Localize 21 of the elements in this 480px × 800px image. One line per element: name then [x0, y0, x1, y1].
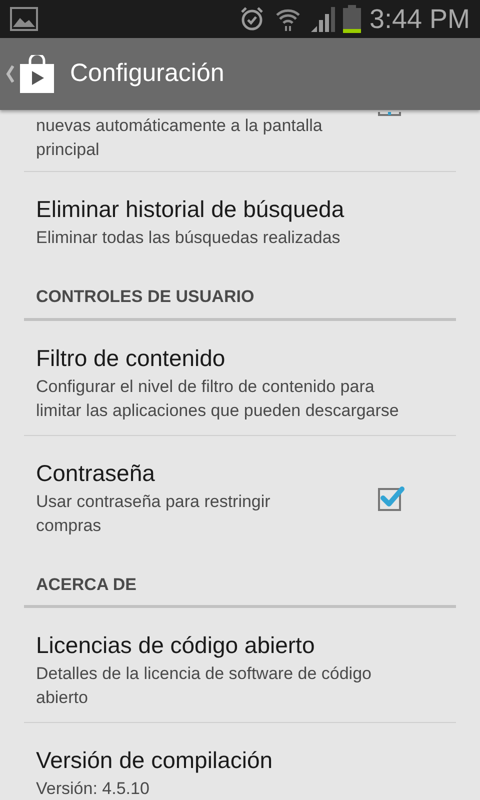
preference-title[interactable]: Filtro de contenido — [36, 342, 444, 372]
alarm-clock-icon — [239, 6, 266, 32]
preference-summary: Versión: 4.5.10 — [36, 778, 150, 800]
section-header: CONTROLES DE USUARIO — [36, 286, 256, 308]
shopping-bag-play-icon — [19, 55, 55, 93]
picture-notification-icon — [10, 7, 38, 31]
preference-title[interactable]: Versión de compilación — [36, 745, 444, 775]
preference-title[interactable]: Eliminar historial de búsqueda — [36, 194, 444, 224]
preference-title[interactable]: Licencias de código abierto — [36, 630, 444, 660]
back-caret-icon — [6, 65, 14, 83]
screen-title: Configuración — [70, 58, 224, 90]
signal-icon — [309, 6, 338, 32]
status-time: 3:44 PM — [369, 2, 470, 36]
preference-summary: Eliminar todas las búsquedas realizadas — [36, 227, 342, 249]
section-header: ACERCA DE — [36, 574, 138, 596]
preference-summary: nuevas automáticamente a la pantalla principal — [36, 115, 324, 161]
preference-title[interactable]: Contraseña — [36, 458, 376, 488]
preference-summary: Usar contraseña para restringir compras — [36, 490, 272, 536]
preference-summary: Detalles de la licencia de software de código abierto — [36, 663, 372, 709]
battery-icon — [343, 5, 362, 33]
preference-summary: Configurar el nivel de filtro de contenido para limitar las aplicaciones que pueden descargarse — [36, 376, 400, 422]
